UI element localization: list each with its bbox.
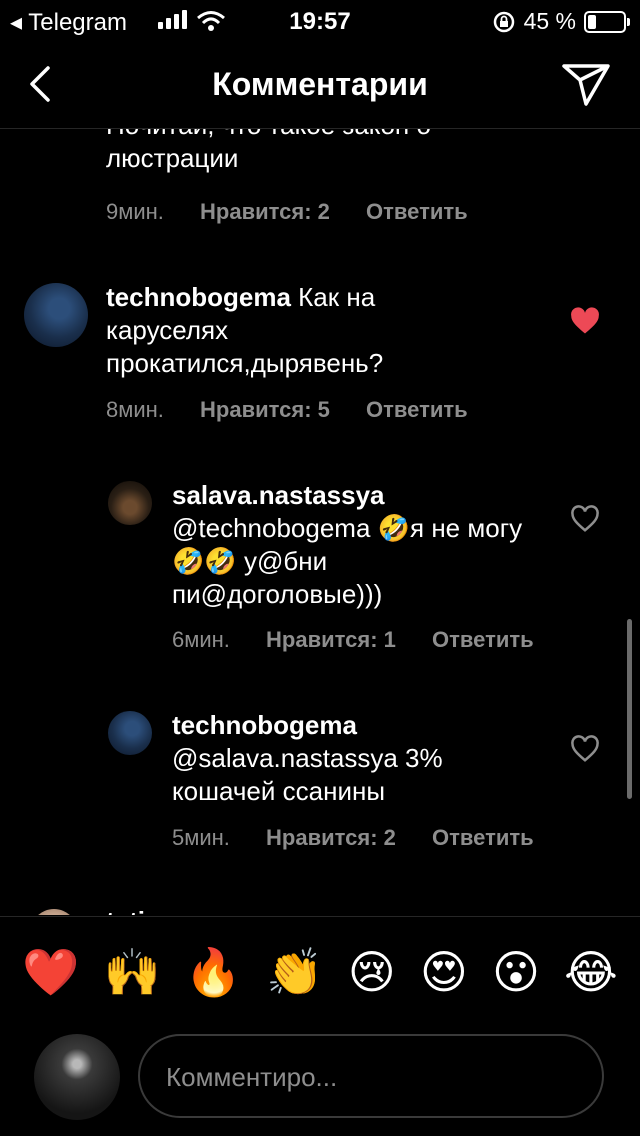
liked-heart-icon[interactable]	[570, 307, 600, 335]
comment-text: technobogema Как на каруселях прокатился…	[106, 282, 384, 378]
comment-text: technobogema @salava.nastassya 3% кошачей…	[172, 710, 443, 806]
avatar[interactable]	[24, 283, 88, 347]
like-heart-icon[interactable]	[570, 505, 600, 533]
comment-text: tatiana...	[106, 905, 546, 915]
top-nav: Комментарии	[0, 42, 640, 129]
emoji-clap-button[interactable]: 👏	[266, 949, 323, 995]
scrollbar[interactable]	[627, 619, 632, 799]
current-user-avatar	[34, 1034, 120, 1120]
emoji-heart-button[interactable]: ❤️	[22, 949, 79, 995]
status-bar: ◂ Telegram 19:57 45 %	[0, 0, 640, 42]
comment-age: 6мин.	[172, 627, 230, 652]
comment-username[interactable]: salava.nastassya	[172, 480, 385, 510]
rotation-lock-icon	[493, 11, 514, 32]
comment-username[interactable]: technobogema	[172, 710, 357, 740]
comments-list[interactable]: Почитай, что такое закон о люстрации 9ми…	[0, 129, 640, 915]
comment-meta: 9мин. Нравится: 2 Ответить	[106, 199, 468, 225]
avatar[interactable]	[30, 909, 78, 915]
emoji-surprised-button[interactable]: 😮	[492, 949, 540, 995]
emoji-fire-button[interactable]: 🔥	[185, 949, 242, 995]
comment-meta: 8мин. Нравится: 5 Ответить	[106, 397, 468, 423]
battery-icon	[584, 10, 630, 33]
like-count-link[interactable]: Нравится: 2	[266, 825, 396, 850]
emoji-cry-button[interactable]: 😢	[348, 949, 396, 995]
comment-text: Почитай, что такое закон о люстрации	[106, 129, 431, 173]
emoji-raised-hands-button[interactable]: 🙌	[103, 949, 160, 995]
comment-composer	[0, 1026, 640, 1136]
avatar[interactable]	[108, 481, 152, 525]
comment-age: 5мин.	[172, 825, 230, 850]
comment-item: Почитай, что такое закон о люстрации	[106, 129, 506, 175]
comment-age: 9мин.	[106, 199, 164, 224]
comment-item: technobogema Как на каруселях прокатился…	[106, 281, 436, 380]
comment-text: salava.nastassya @technobogema 🤣я не могу…	[172, 480, 523, 609]
like-count-link[interactable]: Нравится: 2	[200, 199, 330, 224]
comment-meta: 6мин. Нравится: 1 Ответить	[172, 627, 534, 653]
battery-percent: 45 %	[523, 8, 576, 34]
avatar[interactable]	[108, 711, 152, 755]
reply-button[interactable]: Ответить	[366, 397, 468, 422]
comment-username[interactable]: tatiana...	[106, 906, 211, 915]
comment-meta: 5мин. Нравится: 2 Ответить	[172, 825, 534, 851]
emoji-laughing-button[interactable]: 😂	[564, 949, 618, 995]
reply-button[interactable]: Ответить	[432, 627, 534, 652]
like-count-link[interactable]: Нравится: 5	[200, 397, 330, 422]
quick-emoji-bar: ❤️ 🙌 🔥 👏 😢 😍 😮 😂	[0, 916, 640, 1026]
comment-item: salava.nastassya @technobogema 🤣я не могу…	[172, 479, 532, 611]
comment-item: technobogema @salava.nastassya 3% кошачей…	[172, 709, 532, 808]
comment-item: tatiana...	[106, 905, 546, 915]
emoji-heart-eyes-button[interactable]: 😍	[420, 949, 468, 995]
like-count-link[interactable]: Нравится: 1	[266, 627, 396, 652]
comment-input[interactable]	[164, 1056, 578, 1098]
reply-button[interactable]: Ответить	[432, 825, 534, 850]
page-title: Комментарии	[212, 66, 428, 102]
comment-age: 8мин.	[106, 397, 164, 422]
comment-field[interactable]	[138, 1034, 604, 1118]
comment-username[interactable]: technobogema	[106, 282, 291, 312]
direct-send-icon[interactable]	[560, 60, 612, 108]
reply-button[interactable]: Ответить	[366, 199, 468, 224]
like-heart-icon[interactable]	[570, 735, 600, 763]
